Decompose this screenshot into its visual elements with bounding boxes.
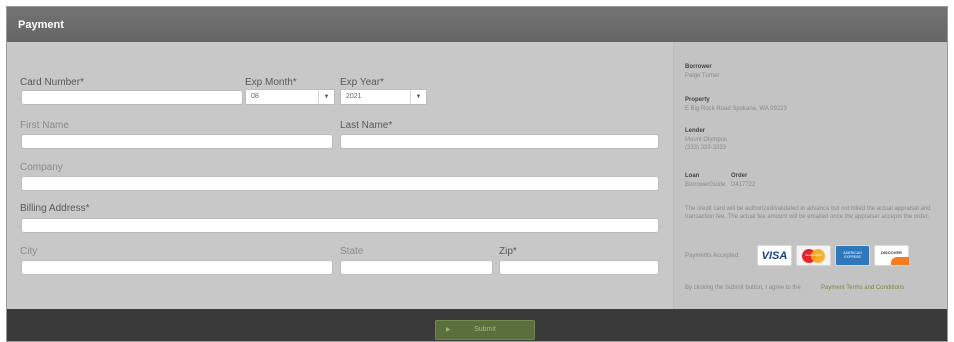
panel-footer: ▶ Submit xyxy=(7,309,947,341)
state-label: State xyxy=(340,246,364,257)
exp-year-label: Exp Year* xyxy=(340,77,384,88)
city-label: City xyxy=(20,246,38,257)
terms-link[interactable]: Payment Terms and Conditions xyxy=(821,284,904,292)
panel-title: Payment xyxy=(18,19,64,31)
zip-label: Zip* xyxy=(499,246,517,257)
last-name-input[interactable] xyxy=(340,134,659,149)
card-number-input[interactable] xyxy=(21,90,243,105)
submit-label: Submit xyxy=(474,326,496,333)
zip-input[interactable] xyxy=(499,260,659,275)
order-title: Order xyxy=(731,173,748,179)
exp-month-value: 08 xyxy=(251,93,259,100)
first-name-input[interactable] xyxy=(21,134,333,149)
payment-form: Card Number* Exp Month* 08 ▼ Exp Year* 2… xyxy=(7,42,673,309)
mastercard-icon: MasterCard xyxy=(796,245,831,266)
lender-name: Mount Olympus xyxy=(685,137,728,143)
state-input[interactable] xyxy=(340,260,493,275)
lender-title: Lender xyxy=(685,128,706,134)
card-number-label: Card Number* xyxy=(20,77,84,88)
exp-year-value: 2021 xyxy=(346,93,362,100)
loan-title: Loan xyxy=(685,173,700,179)
terms-prefix: By clicking the Submit button, I agree t… xyxy=(685,285,801,291)
amex-card-icon: AMERICAN EXPRESS xyxy=(835,245,870,266)
exp-year-select[interactable]: 2021 ▼ xyxy=(340,89,427,105)
order-summary-sidebar: Borrower Paige Turner Property E Big Roc… xyxy=(673,42,947,309)
lender-phone: (333) 333-3333 xyxy=(685,145,727,151)
company-input[interactable] xyxy=(21,176,659,191)
billing-address-label: Billing Address* xyxy=(20,203,90,214)
payments-accepted-label: Payments Accepted: xyxy=(685,253,740,259)
exp-month-label: Exp Month* xyxy=(245,77,297,88)
panel-header: Payment xyxy=(7,7,947,42)
chevron-down-icon: ▼ xyxy=(410,90,426,104)
first-name-label: First Name xyxy=(20,120,69,131)
visa-card-icon: VISA xyxy=(757,245,792,266)
last-name-label: Last Name* xyxy=(340,120,393,131)
chevron-down-icon: ▼ xyxy=(318,90,334,104)
borrower-name: Paige Turner xyxy=(685,73,720,79)
payment-panel: Payment Card Number* Exp Month* 08 ▼ Exp… xyxy=(6,6,948,342)
property-title: Property xyxy=(685,97,710,103)
exp-month-select[interactable]: 08 ▼ xyxy=(245,89,335,105)
borrower-title: Borrower xyxy=(685,64,712,70)
company-label: Company xyxy=(20,162,63,173)
submit-button[interactable]: ▶ Submit xyxy=(435,320,535,340)
order-value: D417722 xyxy=(731,182,756,188)
city-input[interactable] xyxy=(21,260,333,275)
authorization-notice: The credit card will be authorized/valid… xyxy=(685,206,931,220)
billing-address-input[interactable] xyxy=(21,218,659,233)
property-address: E Big Rock Road Spokane, WA 99223 xyxy=(685,106,787,112)
discover-card-icon: DISCOVER xyxy=(874,245,909,266)
loan-value: BorrowerGuide xyxy=(685,182,726,188)
